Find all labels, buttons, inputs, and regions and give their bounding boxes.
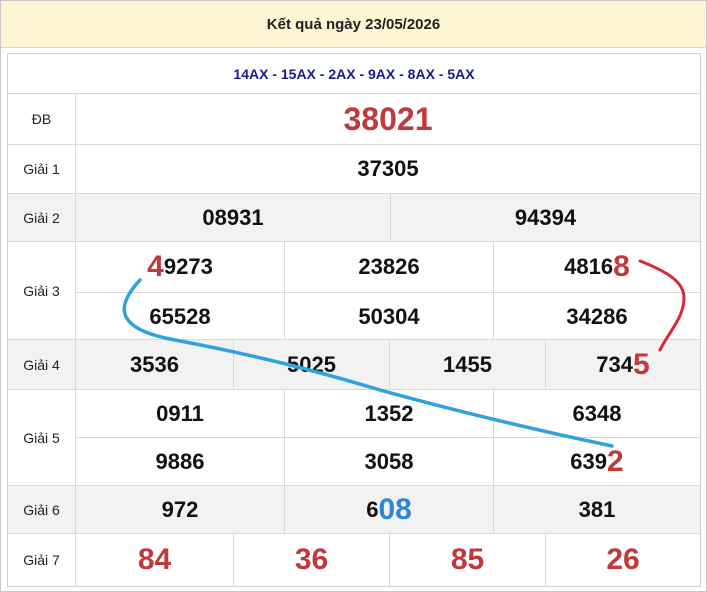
row-g1: Giải 1 37305 bbox=[8, 145, 700, 194]
g3-value-3: 4816 8 bbox=[493, 242, 700, 292]
row-g4: Giải 4 3536 5025 1455 734 5 bbox=[8, 340, 700, 390]
result-table: 14AX - 15AX - 2AX - 9AX - 8AX - 5AX ĐB 3… bbox=[7, 53, 701, 587]
g3-value-3-highlight: 8 bbox=[613, 250, 630, 283]
row-g6: Giải 6 972 6 08 381 bbox=[8, 486, 700, 534]
g6-value-2: 6 08 bbox=[284, 486, 493, 533]
g3-value-5: 50304 bbox=[284, 292, 493, 340]
g3-value-4: 65528 bbox=[76, 292, 284, 340]
g4-value-4-highlight: 5 bbox=[633, 347, 650, 381]
g1-value: 37305 bbox=[357, 156, 419, 181]
page-title: Kết quả ngày 23/05/2026 bbox=[1, 1, 706, 48]
g6-value-3: 381 bbox=[493, 486, 700, 533]
g6-value-2-rest: 6 bbox=[366, 496, 379, 522]
label-g7: Giải 7 bbox=[8, 534, 76, 586]
g5-value-6-highlight: 2 bbox=[607, 445, 624, 478]
g5-value-2: 1352 bbox=[284, 390, 493, 437]
g4-value-3: 1455 bbox=[389, 340, 545, 389]
g3-value-6: 34286 bbox=[493, 292, 700, 340]
g6-value-1: 972 bbox=[161, 496, 199, 522]
row-g5: Giải 5 0911 1352 6348 9886 3058 639 2 bbox=[8, 390, 700, 486]
g4-value-4-rest: 734 bbox=[596, 351, 634, 377]
g5-value-6-rest: 639 bbox=[570, 449, 608, 474]
label-g2: Giải 2 bbox=[8, 194, 76, 241]
label-g5: Giải 5 bbox=[8, 390, 76, 485]
g3-value-2: 23826 bbox=[284, 242, 493, 292]
codes-text: 14AX - 15AX - 2AX - 9AX - 8AX - 5AX bbox=[233, 65, 475, 82]
g3-value-3-rest: 4816 bbox=[564, 254, 614, 279]
g7-value-3: 85 bbox=[389, 534, 545, 586]
label-g1: Giải 1 bbox=[8, 145, 76, 193]
row-g7: Giải 7 84 36 85 26 bbox=[8, 534, 700, 586]
row-db: ĐB 38021 bbox=[8, 94, 700, 145]
label-db: ĐB bbox=[8, 94, 76, 144]
g4-value-1: 3536 bbox=[130, 351, 179, 377]
g5-value-1: 0911 bbox=[156, 400, 204, 426]
g7-value-2: 36 bbox=[233, 534, 389, 586]
g6-value-2-highlight: 08 bbox=[378, 492, 412, 526]
label-g6: Giải 6 bbox=[8, 486, 76, 533]
g4-value-2: 5025 bbox=[233, 340, 389, 389]
label-g4: Giải 4 bbox=[8, 340, 76, 389]
row-g3: Giải 3 4 9273 23826 4816 8 65528 50304 342… bbox=[8, 242, 700, 340]
g7-value-1: 84 bbox=[137, 543, 172, 576]
g5-value-6: 639 2 bbox=[493, 437, 700, 486]
g3-value-1: 4 9273 bbox=[76, 242, 284, 292]
codes-row: 14AX - 15AX - 2AX - 9AX - 8AX - 5AX bbox=[8, 54, 700, 94]
g4-value-4: 734 5 bbox=[545, 340, 700, 389]
g2-value-1: 08931 bbox=[202, 204, 264, 230]
g3-value-1-highlight: 4 bbox=[147, 250, 164, 283]
g5-value-5: 3058 bbox=[284, 437, 493, 486]
row-g2: Giải 2 08931 94394 bbox=[8, 194, 700, 242]
label-g3: Giải 3 bbox=[8, 242, 76, 339]
db-value: 38021 bbox=[343, 100, 433, 137]
g7-value-4: 26 bbox=[545, 534, 700, 586]
g3-value-1-rest: 9273 bbox=[163, 254, 213, 279]
g2-value-2: 94394 bbox=[390, 194, 700, 241]
g5-value-3: 6348 bbox=[493, 390, 700, 437]
g5-value-4: 9886 bbox=[76, 437, 284, 486]
